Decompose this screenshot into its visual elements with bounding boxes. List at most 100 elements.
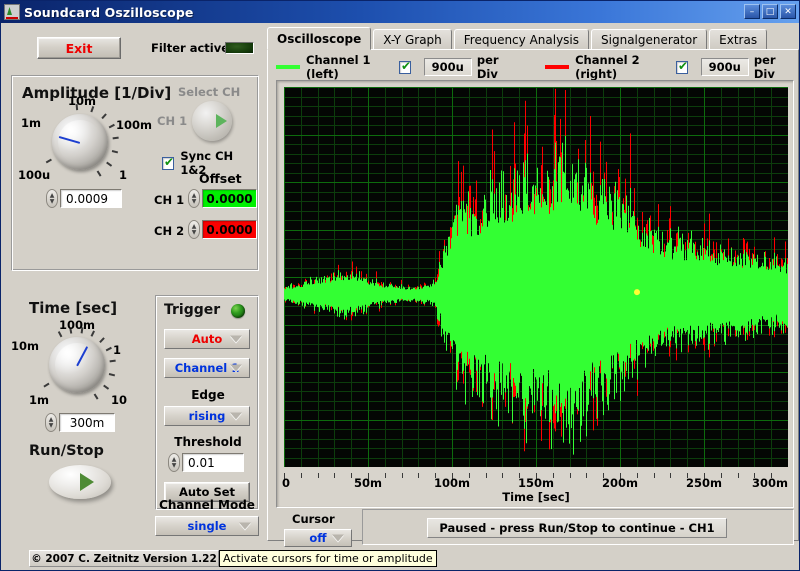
window-controls: – □ ✕ [744,4,796,19]
time-knob-label-10m: 10m [11,339,39,353]
trigger-group: Trigger Auto Channel 1 Edge rising Thres… [155,295,259,510]
time-group: Time [sec] 100m 10m 1 1m 10 ▲ ▼ 300m [11,295,151,455]
chevron-down-icon [230,412,242,420]
tab-xy-graph[interactable]: X-Y Graph [373,29,452,50]
amplitude-knob-label-1: 1 [119,168,128,182]
cursor-status-area: Cursor off Paused - press Run/Stop to co… [270,509,798,554]
tab-frequency-analysis[interactable]: Frequency Analysis [453,29,590,50]
copyright-label: © 2007 C. Zeitnitz Version 1.22 [29,550,219,567]
sync-ch-checkbox[interactable] [162,155,174,170]
trigger-edge-value: rising [188,409,226,423]
channel-mode-select[interactable]: single [155,516,259,536]
time-spinner[interactable]: ▲ ▼ [45,413,57,432]
x-tick-label: 100m [434,476,470,490]
x-tick-label: 200m [602,476,638,490]
control-panel: Exit Filter active Amplitude [1/Div] 10m [3,25,265,570]
time-knob-label-100m: 100m [59,318,95,332]
window-title: Soundcard Oszilloscope [24,4,194,20]
maximize-button[interactable]: □ [762,4,778,19]
channel-mode-value: single [187,519,227,533]
run-stop-button[interactable] [49,465,111,499]
x-axis-title: Time [sec] [502,490,570,504]
waveform-plot [284,87,788,467]
time-knob-label-1: 1 [113,343,122,357]
title-bar: Soundcard Oszilloscope – □ ✕ [1,1,799,23]
channel-mode-label: Channel Mode [159,498,255,512]
ch1-legend-label: Channel 1 (left) [306,53,371,81]
filter-active-led[interactable] [225,42,254,54]
amplitude-spinner[interactable]: ▲ ▼ [46,189,58,208]
maximize-icon: □ [765,6,775,17]
time-knob[interactable] [49,337,105,393]
ch2-enable-checkbox[interactable] [676,59,689,74]
tab-strip: Oscilloscope X-Y Graph Frequency Analysi… [267,27,769,50]
ch2-per-div-label: per Div [753,53,776,81]
scope-frame: 0 50m 100m 150m 200m 250m 300m Time [sec] [276,80,794,508]
status-message: Paused - press Run/Stop to continue - CH… [427,518,727,538]
chevron-down-icon [332,534,344,542]
trigger-led [231,304,245,318]
status-panel: Paused - press Run/Stop to continue - CH… [362,509,794,545]
x-tick-label: 0 [282,476,291,490]
offset-ch1-spinner[interactable]: ▲ ▼ [188,189,200,208]
time-value[interactable]: 300m [59,413,115,432]
select-ch-title: Select CH [178,85,241,99]
amplitude-value[interactable]: 0.0009 [60,189,122,208]
chevron-down-icon [230,364,242,372]
ch1-color-swatch [276,65,301,69]
amplitude-knob[interactable] [52,114,108,170]
trigger-mode-value: Auto [191,332,223,346]
offset-title: Offset [199,171,242,186]
tab-oscilloscope[interactable]: Oscilloscope [267,27,372,50]
offset-ch1-value[interactable]: 0.0000 [202,189,257,208]
ch2-per-div-value[interactable]: 900u [700,58,749,76]
x-tick-label: 250m [686,476,722,490]
x-tick-label: 50m [354,476,382,490]
exit-button[interactable]: Exit [37,37,121,59]
x-tick-label: 150m [518,476,554,490]
close-icon: ✕ [784,6,792,17]
offset-ch2-spinner[interactable]: ▲ ▼ [188,220,200,239]
cursor-value: off [309,531,327,545]
trigger-source-select[interactable]: Channel 1 [164,358,250,378]
amplitude-knob-label-100m: 100m [116,118,152,132]
trigger-title: Trigger [164,302,221,318]
ch2-legend-label: Channel 2 (right) [575,53,640,81]
play-icon [80,473,94,491]
minimize-button[interactable]: – [744,4,760,19]
cursor-select[interactable]: off [284,529,352,547]
x-axis-ruler [284,467,789,482]
amplitude-knob-label-100u: 100u [18,168,51,182]
select-ch-pointer-icon [216,114,227,128]
threshold-spinner[interactable]: ▲ ▼ [168,453,180,472]
time-knob-needle [76,346,89,367]
time-knob-label-1m: 1m [29,393,49,407]
amplitude-knob-label-1m: 1m [21,116,41,130]
main-area: Oscilloscope X-Y Graph Frequency Analysi… [267,27,799,567]
select-ch-knob[interactable] [192,101,232,141]
close-button[interactable]: ✕ [780,4,796,19]
amplitude-knob-needle [58,135,81,144]
offset-ch2-value[interactable]: 0.0000 [202,220,257,239]
tab-extras[interactable]: Extras [709,29,768,50]
ch1-enable-checkbox[interactable] [399,59,412,74]
application-window: Soundcard Oszilloscope – □ ✕ Exit Filter… [0,0,800,571]
scope-display[interactable] [284,87,788,467]
offset-ch1-label: CH 1 [154,193,185,207]
x-tick-label: 300m [752,476,788,490]
time-knob-label-10: 10 [111,393,128,407]
time-title: Time [sec] [29,299,118,317]
threshold-label: Threshold [174,435,242,449]
run-stop-label: Run/Stop [29,443,104,459]
ch1-per-div-label: per Div [476,53,499,81]
trigger-mode-select[interactable]: Auto [164,329,250,349]
trigger-edge-select[interactable]: rising [164,406,250,426]
minimize-icon: – [749,7,755,17]
ch1-per-div-value[interactable]: 900u [423,58,472,76]
tab-signalgenerator[interactable]: Signalgenerator [591,29,708,50]
legend-row: Channel 1 (left) 900u per Div Channel 2 … [276,53,794,81]
cursor-tooltip: Activate cursors for time or amplitude [219,550,437,567]
chevron-down-icon [239,522,251,530]
threshold-value[interactable]: 0.01 [182,453,244,472]
cursor-label: Cursor [292,512,335,526]
